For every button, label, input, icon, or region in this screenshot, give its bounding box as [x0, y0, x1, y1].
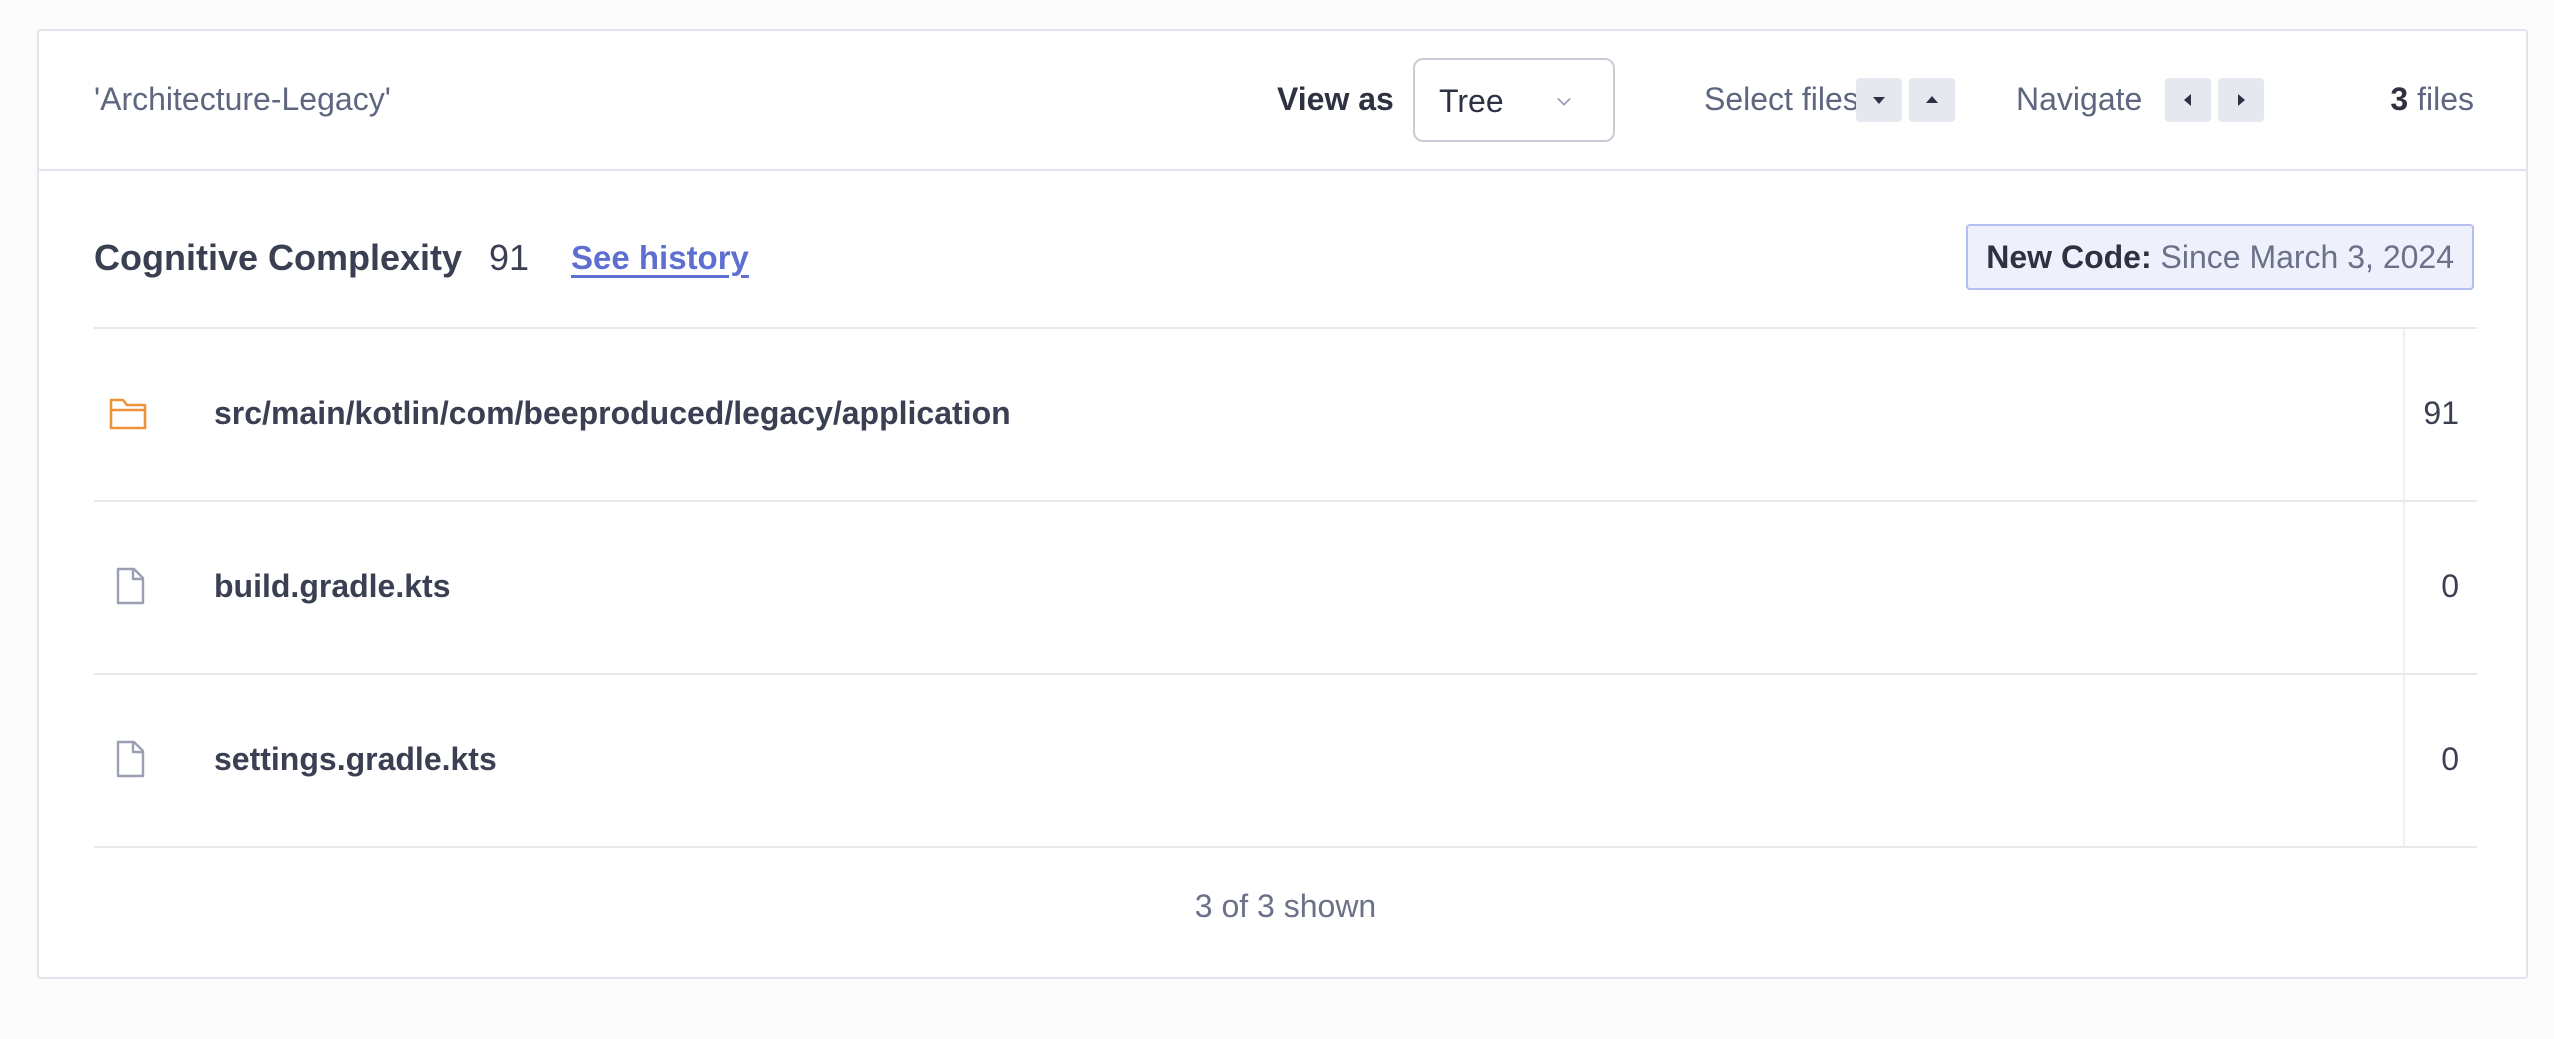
file-icon — [116, 740, 145, 778]
header-bar: 'Architecture-Legacy' View as Tree Selec… — [39, 31, 2526, 171]
caret-left-icon — [2184, 94, 2191, 106]
table-row[interactable]: build.gradle.kts 0 — [94, 500, 2477, 673]
row-name[interactable]: settings.gradle.kts — [214, 741, 497, 778]
chevron-down-icon — [1557, 97, 1571, 106]
files-count-number: 3 — [2390, 81, 2409, 117]
new-code-label: New Code: — [1986, 239, 2152, 275]
view-as-value: Tree — [1439, 83, 1504, 119]
select-down-button[interactable] — [1856, 78, 1902, 122]
shown-count: 3 of 3 shown — [1194, 888, 1377, 924]
component-measures-panel: 'Architecture-Legacy' View as Tree Selec… — [37, 29, 2528, 979]
file-icon — [116, 567, 145, 605]
folder-icon — [109, 398, 147, 430]
table-row[interactable]: settings.gradle.kts 0 — [94, 673, 2477, 846]
column-divider — [2403, 502, 2405, 673]
caret-up-icon — [1926, 96, 1938, 103]
breadcrumb[interactable]: 'Architecture-Legacy' — [94, 81, 391, 118]
navigate-forward-button[interactable] — [2218, 78, 2264, 122]
row-value: 0 — [2441, 741, 2459, 777]
view-as-select[interactable]: Tree — [1413, 58, 1615, 142]
new-code-since: Since March 3, 2024 — [2160, 239, 2455, 275]
see-history-link[interactable]: See history — [571, 239, 749, 277]
caret-down-icon — [1873, 97, 1885, 104]
table-row[interactable]: src/main/kotlin/com/beeproduced/legacy/a… — [94, 327, 2477, 500]
files-count-suffix: files — [2417, 81, 2474, 117]
row-name[interactable]: src/main/kotlin/com/beeproduced/legacy/a… — [214, 395, 1011, 432]
new-code-badge: New Code: Since March 3, 2024 — [1966, 224, 2474, 290]
table-footer: 3 of 3 shown — [94, 846, 2477, 966]
view-as-label: View as — [1277, 81, 1394, 117]
metric-value: 91 — [489, 237, 530, 278]
select-files-label: Select files — [1704, 81, 1859, 117]
files-count: 3 files — [2390, 81, 2474, 118]
column-divider — [2403, 675, 2405, 846]
select-up-button[interactable] — [1909, 78, 1955, 122]
row-value: 0 — [2441, 568, 2459, 604]
row-value: 91 — [2423, 395, 2459, 431]
files-table: src/main/kotlin/com/beeproduced/legacy/a… — [94, 327, 2477, 966]
metric-title: Cognitive Complexity — [94, 237, 463, 278]
navigate-label: Navigate — [2016, 81, 2143, 117]
row-name[interactable]: build.gradle.kts — [214, 568, 450, 605]
caret-right-icon — [2238, 94, 2245, 106]
column-divider — [2403, 329, 2405, 500]
navigate-back-button[interactable] — [2165, 78, 2211, 122]
